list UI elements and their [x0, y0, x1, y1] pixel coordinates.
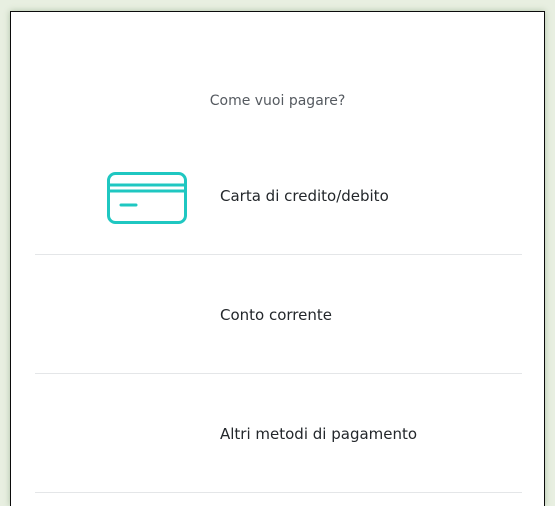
option-label: Carta di credito/debito: [220, 187, 389, 205]
credit-card-icon: [107, 172, 187, 224]
payment-method-card: Come vuoi pagare? Carta di credito/debit…: [10, 11, 545, 506]
option-bank-account[interactable]: Conto corrente: [35, 256, 522, 374]
divider: [35, 492, 522, 493]
payment-prompt: Come vuoi pagare?: [209, 93, 346, 109]
divider: [35, 254, 522, 255]
option-label: Conto corrente: [220, 306, 332, 324]
option-label: Altri metodi di pagamento: [220, 425, 418, 443]
option-credit-debit-card[interactable]: Carta di credito/debito: [35, 137, 522, 255]
divider: [35, 373, 522, 374]
option-other-payment-methods[interactable]: Altri metodi di pagamento: [35, 375, 522, 493]
